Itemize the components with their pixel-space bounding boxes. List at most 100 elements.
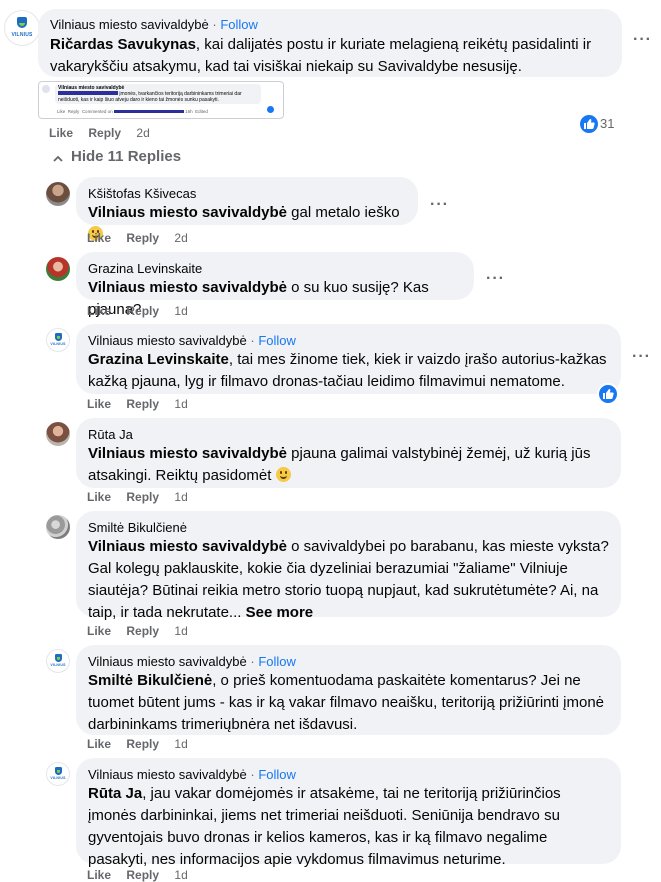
comment-body: , jau vakar domėjomės ir atsakėme, tai n… — [88, 785, 561, 868]
comment-actions: Like Reply 1d — [87, 304, 200, 318]
comment-author[interactable]: Grazina Levinskaite — [88, 261, 202, 276]
follow-button[interactable]: Follow — [258, 654, 296, 669]
avatar[interactable] — [46, 257, 70, 281]
mention-link[interactable]: Rūta Ja — [88, 785, 142, 802]
avatar[interactable]: VILNIUS — [46, 649, 70, 673]
comment-bubble: Rūta Ja Vilniaus miesto savivaldybė pjau… — [76, 418, 621, 488]
comment-time[interactable]: 2d — [136, 126, 149, 140]
follow-button[interactable]: Follow — [258, 767, 296, 782]
reply-button[interactable]: Reply — [88, 126, 121, 140]
like-button[interactable]: Like — [87, 737, 111, 751]
comment-time[interactable]: 1d — [174, 397, 187, 411]
comment-time[interactable]: 2d — [174, 231, 187, 245]
comment-text: Smiltė Bikulčienė, o prieš komentuodama … — [88, 670, 609, 736]
comment-time[interactable]: 1d — [174, 304, 187, 318]
comment-actions: Like Reply 1d — [87, 737, 200, 751]
comment-actions: Like Reply 2d — [49, 126, 162, 140]
reply-button[interactable]: Reply — [126, 624, 159, 638]
comment-author-line: Vilniaus miesto savivaldybė · Follow — [50, 16, 610, 33]
comment-author[interactable]: Vilniaus miesto savivaldybė — [88, 333, 247, 348]
chevron-up-icon[interactable] — [52, 152, 64, 170]
comment-time[interactable]: 1d — [174, 624, 187, 638]
shield-icon — [54, 766, 62, 775]
avatar[interactable] — [46, 422, 70, 446]
like-button[interactable]: Like — [87, 304, 111, 318]
hide-replies-button[interactable]: Hide 11 Replies — [71, 148, 181, 165]
reply-button[interactable]: Reply — [126, 231, 159, 245]
like-reaction-icon — [597, 383, 619, 405]
thumb-bubble: Vilniaus miesto savivaldybė įmonės, tvar… — [55, 84, 261, 104]
comment-author[interactable]: Vilniaus miesto savivaldybė — [50, 17, 209, 32]
comment-time[interactable]: 1d — [174, 737, 187, 751]
avatar[interactable]: VILNIUS — [46, 762, 70, 786]
reply-button[interactable]: Reply — [126, 737, 159, 751]
like-button[interactable]: Like — [87, 624, 111, 638]
comment-actions: Like Reply 2d — [87, 231, 200, 245]
avatar-brand: VILNIUS — [50, 342, 66, 347]
comment-text: Vilniaus miesto savivaldybė pjauna galim… — [88, 443, 609, 487]
avatar-brand: VILNIUS — [50, 663, 66, 668]
mention-link[interactable]: Grazina Levinskaite — [88, 351, 229, 368]
thumb-like-icon — [267, 106, 274, 113]
separator-dot: · — [212, 17, 217, 32]
more-options-icon[interactable]: ··· — [632, 348, 651, 366]
more-options-icon[interactable]: ··· — [486, 270, 505, 288]
comment-bubble: Grazina Levinskaite Vilniaus miesto savi… — [76, 252, 474, 318]
separator-dot: · — [250, 767, 255, 782]
avatar-brand: VILNIUS — [50, 776, 66, 781]
comment-text: Grazina Levinskaite, tai mes žinome tiek… — [88, 349, 609, 393]
mention-link[interactable]: Smiltė Bikulčienė — [88, 672, 212, 689]
like-reaction-icon — [578, 113, 600, 135]
attached-screenshot[interactable]: Vilniaus miesto savivaldybė įmonės, tvar… — [38, 81, 284, 119]
avatar[interactable] — [46, 515, 70, 539]
mention-link[interactable]: Vilniaus miesto savivaldybė — [88, 279, 287, 296]
comment-bubble: Kšištofas Kšivecas Vilniaus miesto saviv… — [76, 177, 418, 241]
more-options-icon[interactable]: ··· — [633, 31, 652, 49]
avatar-brand: VILNIUS — [11, 31, 33, 38]
reply-button[interactable]: Reply — [126, 397, 159, 411]
like-button[interactable]: Like — [49, 126, 73, 140]
reply-button[interactable]: Reply — [126, 304, 159, 318]
comment-author[interactable]: Vilniaus miesto savivaldybė — [88, 654, 247, 669]
comment-bubble: Vilniaus miesto savivaldybė · Follow Rūt… — [76, 758, 621, 868]
comment-author[interactable]: Vilniaus miesto savivaldybė — [88, 767, 247, 782]
like-button[interactable]: Like — [87, 231, 111, 245]
comment-bubble: Vilniaus miesto savivaldybė · Follow Gra… — [76, 324, 621, 394]
previous-comment-fragment — [96, 0, 156, 4]
mention-link[interactable]: Vilniaus miesto savivaldybė — [88, 538, 287, 555]
reaction-count[interactable]: 31 — [600, 116, 614, 131]
comment-author[interactable]: Smiltė Bikulčienė — [88, 520, 187, 535]
smiling-emoji-icon — [275, 467, 291, 482]
comment-bubble: Smiltė Bikulčienė Vilniaus miesto saviva… — [76, 511, 621, 621]
comment-body: gal metalo ieško — [286, 204, 400, 221]
shield-icon — [17, 17, 27, 29]
comment-author[interactable]: Rūta Ja — [88, 427, 133, 442]
mention-link[interactable]: Ričardas Savukynas — [50, 36, 196, 53]
reply-button[interactable]: Reply — [126, 490, 159, 504]
comment-actions: Like Reply 1d — [87, 624, 200, 638]
avatar[interactable] — [46, 182, 70, 206]
shield-icon — [54, 653, 62, 662]
separator-dot: · — [250, 333, 255, 348]
follow-button[interactable]: Follow — [220, 17, 258, 32]
comment-bubble: Vilniaus miesto savivaldybė · Follow Smi… — [76, 645, 621, 735]
comment-actions: Like Reply 1d — [87, 490, 200, 504]
comment-author[interactable]: Kšištofas Kšivecas — [88, 186, 196, 201]
follow-button[interactable]: Follow — [258, 333, 296, 348]
comment-text: Vilniaus miesto savivaldybė o savivaldyb… — [88, 536, 609, 624]
comment-time[interactable]: 1d — [174, 490, 187, 504]
like-button[interactable]: Like — [87, 397, 111, 411]
mention-link[interactable]: Vilniaus miesto savivaldybė — [88, 445, 287, 462]
more-options-icon[interactable]: ··· — [430, 196, 449, 214]
like-button[interactable]: Like — [87, 490, 111, 504]
comment-bubble: Vilniaus miesto savivaldybė · Follow Rič… — [38, 9, 622, 77]
see-more-link[interactable]: See more — [246, 604, 314, 621]
comment-actions: Like Reply 1d — [87, 397, 200, 411]
comment-text: Ričardas Savukynas, kai dalijatės postu … — [50, 34, 610, 78]
avatar[interactable]: VILNIUS — [46, 328, 70, 352]
thumb-line-2: neišduoti, kas ir kaip šiuo atveju daro … — [58, 97, 219, 103]
avatar[interactable]: VILNIUS — [4, 10, 40, 46]
mention-link[interactable]: Vilniaus miesto savivaldybė — [88, 204, 287, 221]
separator-dot: · — [250, 654, 255, 669]
thumb-avatar — [42, 85, 50, 93]
